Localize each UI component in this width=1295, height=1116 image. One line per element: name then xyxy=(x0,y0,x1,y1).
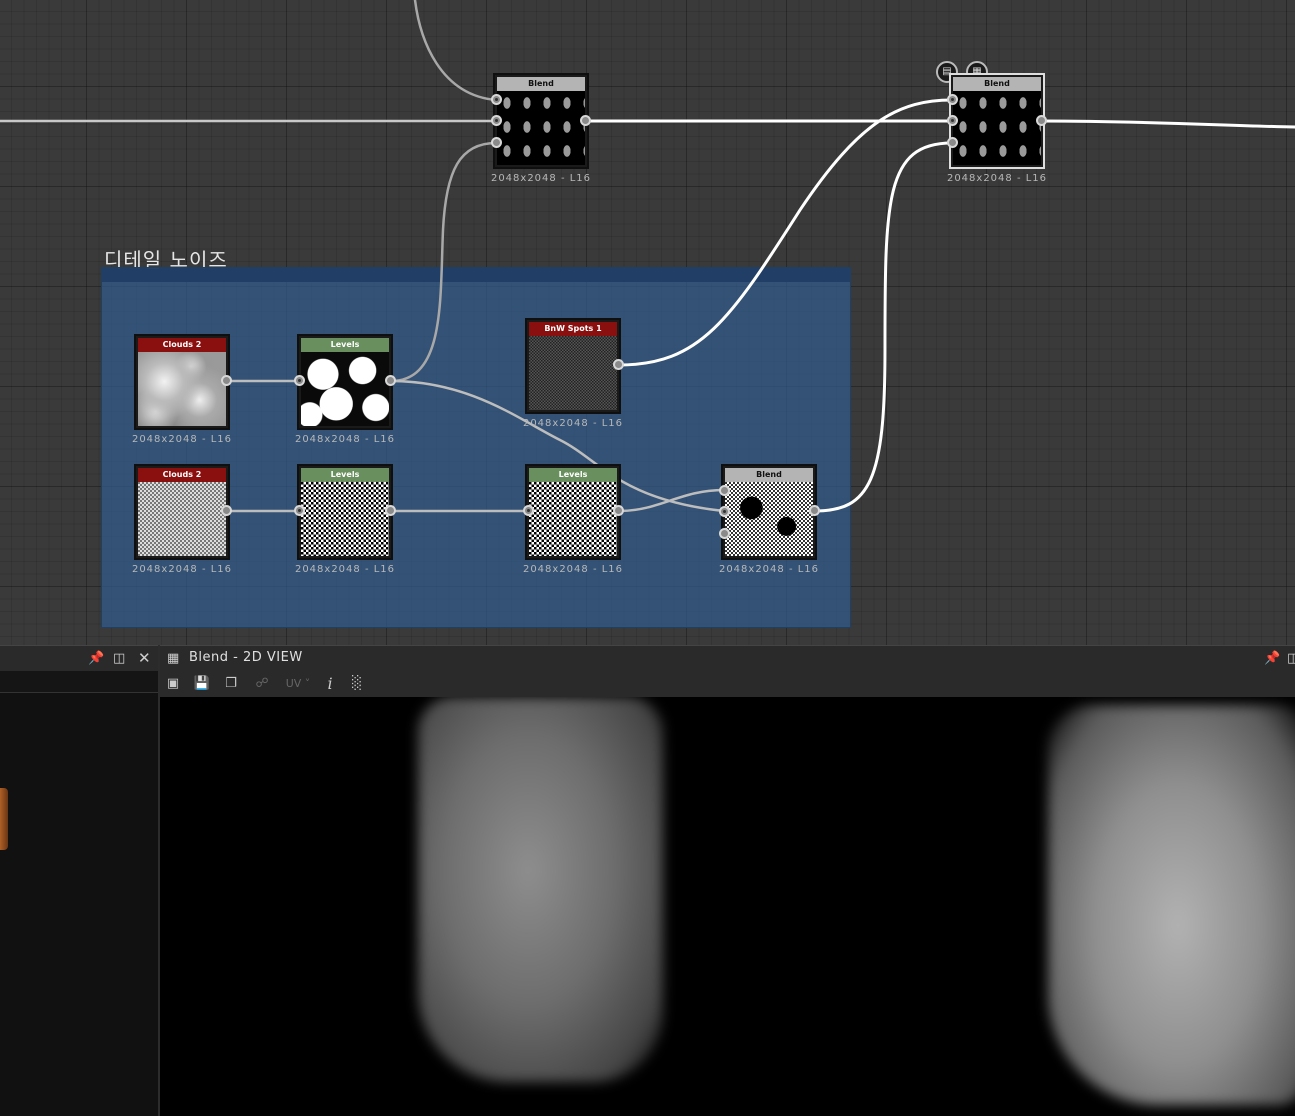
input-port[interactable] xyxy=(491,115,502,126)
copy-icon[interactable]: ❐ xyxy=(222,675,240,693)
checker-icon: ▦ xyxy=(167,651,180,666)
node-levels-2[interactable]: Levels 2048x2048 - L16 xyxy=(295,464,394,575)
input-port[interactable] xyxy=(947,137,958,148)
node-thumbnail xyxy=(138,482,226,556)
node-thumbnail xyxy=(497,91,585,165)
float-icon[interactable]: ◫ xyxy=(1287,651,1295,667)
node-levels-3[interactable]: Levels 2048x2048 - L16 xyxy=(523,464,622,575)
node-resolution: 2048x2048 - L16 xyxy=(718,564,820,575)
separator xyxy=(0,692,158,693)
texture-preview-right xyxy=(1048,705,1295,1105)
node-resolution: 2048x2048 - L16 xyxy=(522,418,624,429)
input-port[interactable] xyxy=(719,506,730,517)
input-port[interactable] xyxy=(947,94,958,105)
info-icon[interactable]: i xyxy=(321,675,339,693)
input-port[interactable] xyxy=(491,137,502,148)
node-resolution: 2048x2048 - L16 xyxy=(131,434,233,445)
node-title: Blend xyxy=(725,468,813,482)
node-bnw-spots[interactable]: BnW Spots 1 2048x2048 - L16 xyxy=(523,318,622,429)
graph-canvas[interactable]: 디테일 노이즈 Blend 2048x2048 - L16 ▤ ▦ Blend xyxy=(0,0,1295,645)
frame-header[interactable] xyxy=(102,268,850,282)
output-port[interactable] xyxy=(613,505,624,516)
input-port[interactable] xyxy=(719,528,730,539)
node-title: Blend xyxy=(497,77,585,91)
input-port[interactable] xyxy=(523,505,534,516)
node-thumbnail xyxy=(301,352,389,426)
node-resolution: 2048x2048 - L16 xyxy=(131,564,233,575)
input-port[interactable] xyxy=(294,375,305,386)
output-port[interactable] xyxy=(809,505,820,516)
pin-icon[interactable]: 📌 xyxy=(88,651,104,667)
node-thumbnail xyxy=(953,91,1041,165)
view-title[interactable]: Blend - 2D VIEW xyxy=(189,650,303,665)
node-title: Blend xyxy=(953,77,1041,91)
node-clouds-2[interactable]: Clouds 2 2048x2048 - L16 xyxy=(132,464,231,575)
output-port[interactable] xyxy=(221,505,232,516)
node-resolution: 2048x2048 - L16 xyxy=(294,434,396,445)
pin-icon[interactable]: 📌 xyxy=(1264,651,1280,667)
node-blend-top-2[interactable]: Blend 2048x2048 - L16 xyxy=(947,73,1046,184)
view2d-canvas[interactable] xyxy=(160,697,1295,1116)
save-icon[interactable]: 💾 xyxy=(193,675,211,693)
node-title: Levels xyxy=(301,338,389,352)
node-resolution: 2048x2048 - L16 xyxy=(522,564,624,575)
node-blend-frame[interactable]: Blend 2048x2048 - L16 xyxy=(719,464,818,575)
node-clouds-1[interactable]: Clouds 2 2048x2048 - L16 xyxy=(132,334,231,445)
output-port[interactable] xyxy=(385,505,396,516)
output-port[interactable] xyxy=(613,359,624,370)
mesh-preview xyxy=(0,788,8,850)
node-resolution: 2048x2048 - L16 xyxy=(294,564,396,575)
input-port[interactable] xyxy=(294,505,305,516)
output-port[interactable] xyxy=(1036,115,1047,126)
output-port[interactable] xyxy=(385,375,396,386)
node-thumbnail xyxy=(138,352,226,426)
output-port[interactable] xyxy=(221,375,232,386)
wire xyxy=(413,0,498,102)
node-thumbnail xyxy=(725,482,813,556)
node-thumbnail xyxy=(301,482,389,556)
uv-label: UV xyxy=(285,677,302,690)
histogram-icon[interactable]: ░ xyxy=(348,675,366,693)
node-title: Levels xyxy=(529,468,617,482)
input-port[interactable] xyxy=(719,485,730,496)
display-icon[interactable]: ▣ xyxy=(164,675,182,693)
node-resolution: 2048x2048 - L16 xyxy=(946,173,1048,184)
input-port[interactable] xyxy=(947,115,958,126)
3d-view-panel[interactable] xyxy=(0,671,158,1116)
node-levels-1[interactable]: Levels 2048x2048 - L16 xyxy=(295,334,394,445)
input-port[interactable] xyxy=(491,94,502,105)
node-thumbnail xyxy=(529,482,617,556)
node-title: Levels xyxy=(301,468,389,482)
node-title: BnW Spots 1 xyxy=(529,322,617,336)
texture-preview-left xyxy=(418,697,663,1082)
uv-dropdown[interactable]: UV ˅ xyxy=(280,675,316,693)
node-blend-top-1[interactable]: Blend 2048x2048 - L16 xyxy=(491,73,590,184)
node-thumbnail xyxy=(529,336,617,410)
graph-icon[interactable]: ☍ xyxy=(253,675,271,693)
3d-viewport[interactable] xyxy=(0,692,158,1116)
node-resolution: 2048x2048 - L16 xyxy=(490,173,592,184)
node-title: Clouds 2 xyxy=(138,338,226,352)
node-title: Clouds 2 xyxy=(138,468,226,482)
float-icon[interactable]: ◫ xyxy=(113,651,125,667)
wire xyxy=(1040,119,1295,129)
view2d-toolbar: ▣ 💾 ❐ ☍ UV ˅ i ░ xyxy=(160,671,1295,697)
output-port[interactable] xyxy=(580,115,591,126)
close-icon[interactable]: ✕ xyxy=(138,650,151,666)
